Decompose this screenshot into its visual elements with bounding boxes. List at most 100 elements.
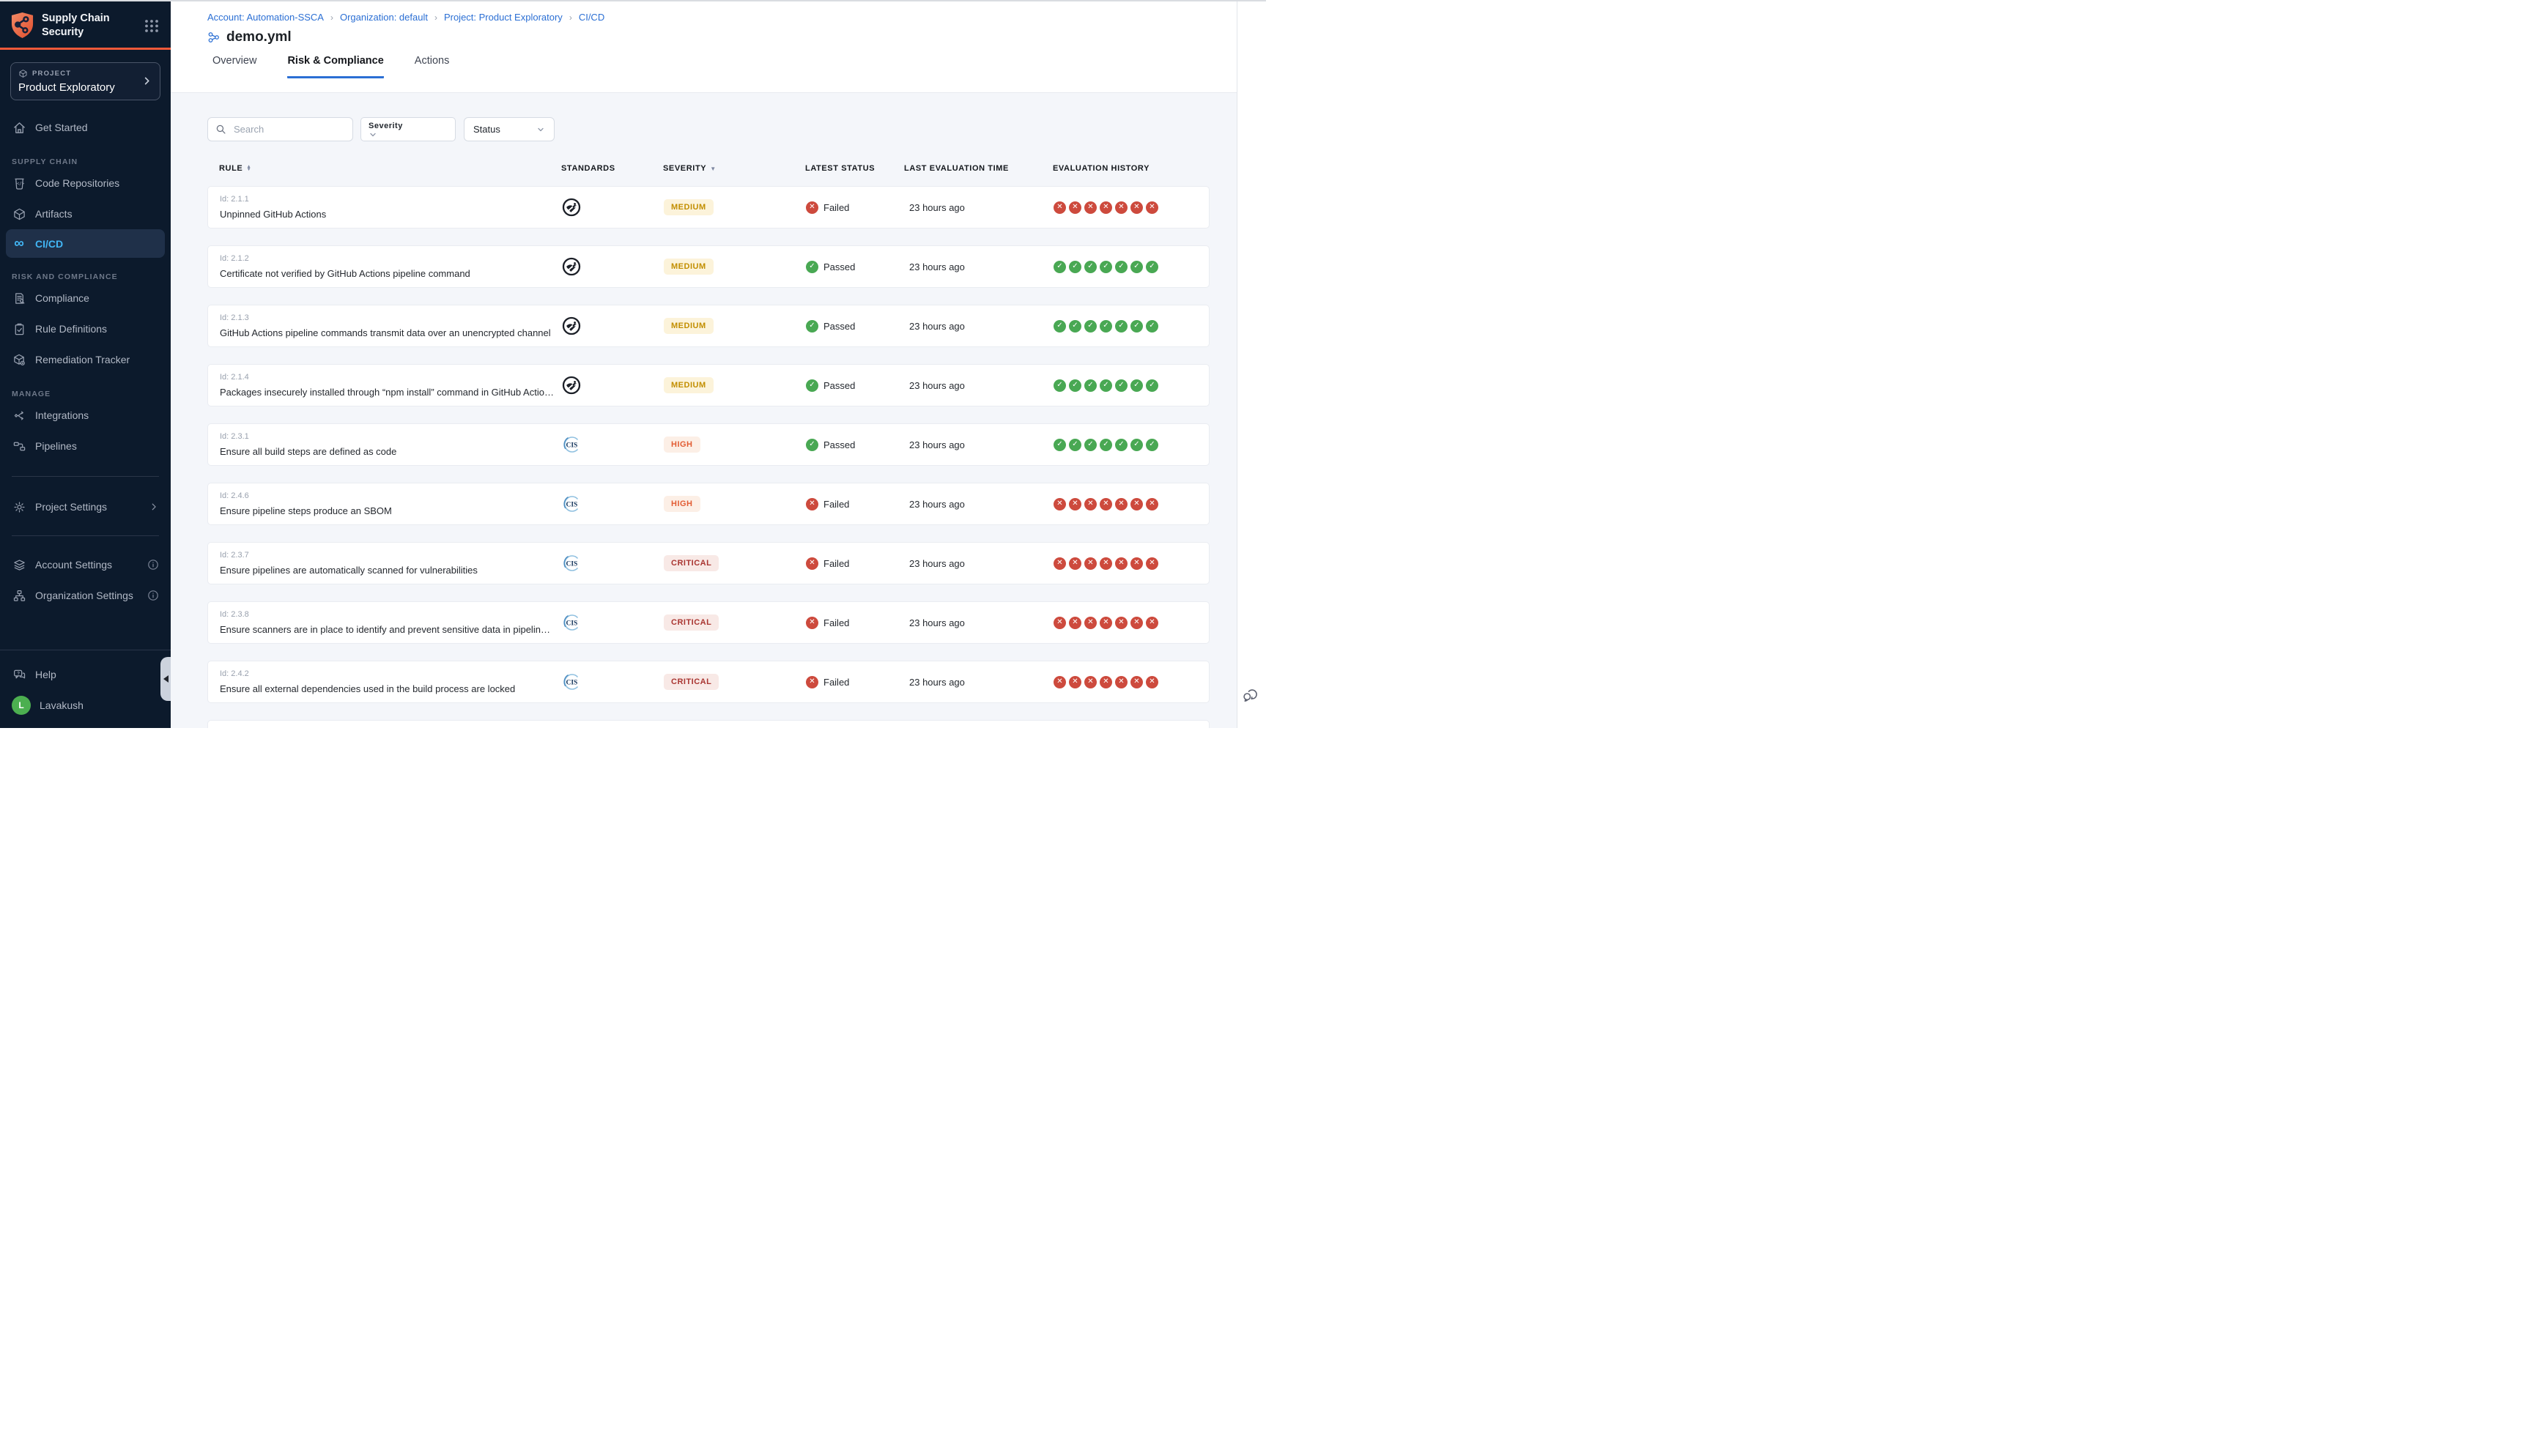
project-label: PROJECT (32, 70, 71, 78)
column-severity: SEVERITY▼ (663, 164, 805, 173)
sidebar-item-integrations[interactable]: Integrations (0, 400, 171, 431)
user-menu[interactable]: L Lavakush (0, 690, 171, 721)
sort-icon[interactable]: ▲▼ (246, 166, 251, 171)
status-icon (806, 320, 818, 333)
cis-standard-icon: CIS (562, 435, 581, 454)
sidebar-item-artifacts[interactable]: Artifacts (0, 198, 171, 229)
history-failed-icon (1130, 201, 1143, 214)
filters-bar: Severity Status (207, 117, 1210, 141)
sidebar-item-pipelines[interactable]: Pipelines (0, 431, 171, 461)
status-icon (806, 617, 818, 629)
history-failed-icon (1130, 617, 1143, 629)
breadcrumb-cicd[interactable]: CI/CD (579, 12, 604, 23)
info-icon[interactable] (147, 559, 159, 571)
sidebar-item-get-started[interactable]: Get Started (0, 112, 171, 143)
history-failed-icon (1115, 201, 1128, 214)
org-chart-icon (12, 588, 26, 603)
last-evaluation-time: 23 hours ago (905, 380, 1054, 391)
breadcrumb: Account: Automation-SSCA› Organization: … (207, 12, 1237, 23)
history-failed-icon (1146, 498, 1158, 510)
history-failed-icon (1069, 498, 1081, 510)
table-row[interactable]: Id: 2.4.6 Ensure pipeline steps produce … (207, 483, 1210, 525)
cis-standard-icon: CIS (562, 672, 581, 691)
sidebar-collapse-handle[interactable] (160, 657, 171, 701)
sidebar-item-compliance[interactable]: Compliance (0, 283, 171, 313)
history-failed-icon (1084, 676, 1097, 688)
breadcrumb-project[interactable]: Project: Product Exploratory (444, 12, 563, 23)
table-row[interactable]: Id: 3.1.7 CIS CRITICAL Failed 23 hours a… (207, 720, 1210, 728)
history-failed-icon (1054, 617, 1066, 629)
tab-actions[interactable]: Actions (415, 55, 450, 78)
status-text: Failed (823, 202, 849, 213)
table-row[interactable]: Id: 2.3.8 Ensure scanners are in place t… (207, 601, 1210, 644)
chat-support-button[interactable] (1241, 686, 1260, 705)
evaluation-history (1054, 498, 1209, 510)
rule-name: Certificate not verified by GitHub Actio… (220, 268, 562, 279)
history-passed-icon (1054, 261, 1066, 273)
sidebar-item-account-settings[interactable]: Account Settings (0, 549, 171, 580)
owasp-standard-icon (562, 257, 581, 276)
history-passed-icon (1054, 439, 1066, 451)
brand-title: Supply Chain Security (42, 12, 136, 38)
status-text: Failed (823, 617, 849, 628)
sidebar-item-remediation-tracker[interactable]: Remediation Tracker (0, 344, 171, 375)
sidebar-item-code-repositories[interactable]: </> Code Repositories (0, 168, 171, 198)
table-row[interactable]: Id: 2.1.2 Certificate not verified by Gi… (207, 245, 1210, 288)
table-row[interactable]: Id: 2.3.1 Ensure all build steps are def… (207, 423, 1210, 466)
svg-text:CIS: CIS (566, 620, 578, 628)
table-row[interactable]: Id: 2.4.2 Ensure all external dependenci… (207, 661, 1210, 703)
sidebar-item-cicd[interactable]: ∞ CI/CD (6, 229, 165, 258)
table-row[interactable]: Id: 2.3.7 Ensure pipelines are automatic… (207, 542, 1210, 584)
table-row[interactable]: Id: 2.1.4 Packages insecurely installed … (207, 364, 1210, 406)
sidebar-item-organization-settings[interactable]: Organization Settings (0, 580, 171, 611)
history-passed-icon (1130, 439, 1143, 451)
owasp-standard-icon (562, 376, 581, 395)
divider (12, 535, 159, 536)
history-failed-icon (1084, 557, 1097, 570)
history-failed-icon (1130, 498, 1143, 510)
column-rule: RULE▲▼ (219, 164, 561, 173)
sidebar-item-project-settings[interactable]: Project Settings (0, 491, 171, 522)
history-passed-icon (1084, 379, 1097, 392)
table-row[interactable]: Id: 2.1.3 GitHub Actions pipeline comman… (207, 305, 1210, 347)
status-text: Passed (823, 380, 855, 391)
status-icon (806, 498, 818, 510)
history-passed-icon (1084, 439, 1097, 451)
info-icon[interactable] (147, 590, 159, 601)
status-filter-select[interactable]: Status (464, 117, 555, 141)
history-failed-icon (1115, 498, 1128, 510)
project-cube-icon (18, 69, 28, 78)
search-input[interactable] (207, 117, 353, 141)
help-button[interactable]: ? Help (0, 659, 171, 690)
accent-divider (0, 48, 171, 50)
status-text: Passed (823, 261, 855, 272)
column-standards: STANDARDS (561, 164, 663, 173)
severity-filter-select[interactable]: Severity (360, 117, 456, 141)
svg-text:</>: </> (16, 182, 24, 186)
breadcrumb-organization[interactable]: Organization: default (340, 12, 428, 23)
latest-status: Passed (806, 320, 905, 333)
breadcrumb-account[interactable]: Account: Automation-SSCA (207, 12, 324, 23)
last-evaluation-time: 23 hours ago (905, 617, 1054, 628)
history-passed-icon (1115, 320, 1128, 333)
artifact-cube-icon (12, 207, 26, 221)
history-passed-icon (1054, 379, 1066, 392)
chevron-right-icon (141, 75, 152, 86)
rule-cell: Id: 2.3.8 Ensure scanners are in place t… (220, 610, 562, 635)
sort-desc-icon[interactable]: ▼ (710, 166, 717, 172)
table-row[interactable]: Id: 2.1.1 Unpinned GitHub Actions MEDIUM… (207, 186, 1210, 229)
history-failed-icon (1069, 557, 1081, 570)
history-failed-icon (1130, 557, 1143, 570)
last-evaluation-time: 23 hours ago (905, 558, 1054, 569)
rule-name: Ensure all build steps are defined as co… (220, 446, 562, 457)
rule-id: Id: 2.1.2 (220, 254, 562, 263)
project-selector[interactable]: PROJECT Product Exploratory (10, 62, 160, 100)
search-field[interactable] (232, 123, 345, 135)
tab-overview[interactable]: Overview (212, 55, 256, 78)
history-failed-icon (1084, 201, 1097, 214)
table-header: RULE▲▼ STANDARDS SEVERITY▼ LATEST STATUS… (207, 161, 1210, 176)
sidebar-item-rule-definitions[interactable]: Rule Definitions (0, 313, 171, 344)
severity-badge: CRITICAL (664, 674, 719, 690)
app-switcher-icon[interactable] (143, 17, 160, 34)
tab-risk-and-compliance[interactable]: Risk & Compliance (287, 55, 383, 78)
